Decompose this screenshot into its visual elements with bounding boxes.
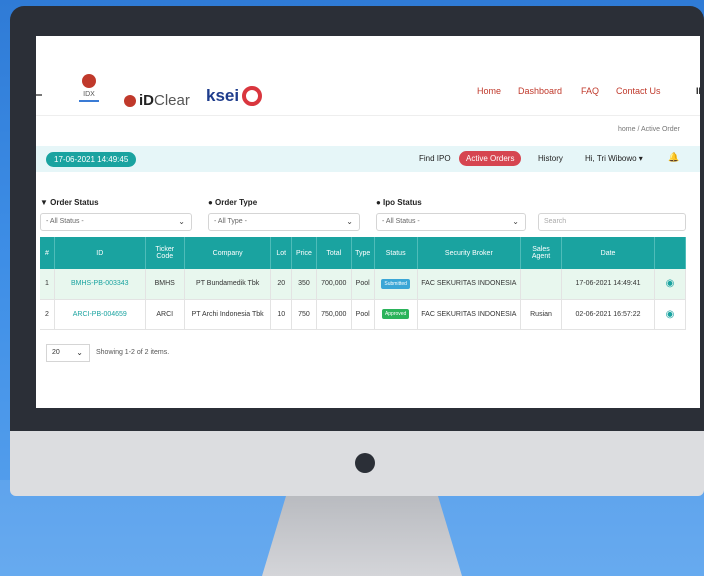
ipo-status-value: - All Status -	[382, 218, 420, 225]
col-ticker[interactable]: Ticker Code	[145, 237, 185, 269]
cell-status: Submitted	[374, 269, 418, 300]
col-action	[654, 237, 687, 269]
page-size-value: 20	[52, 349, 60, 356]
cell-security-broker: FAC SEKURITAS INDONESIA	[417, 269, 521, 300]
table-row: 1 BMHS-PB-003343 BMHS PT Bundamedik Tbk …	[40, 269, 687, 300]
col-lot[interactable]: Lot	[270, 237, 293, 269]
table-row: 2 ARCI-PB-004659 ARCI PT Archi Indonesia…	[40, 299, 687, 330]
chevron-down-icon: ⌄	[346, 217, 353, 226]
cell-order-id[interactable]: BMHS-PB-003343	[54, 269, 146, 300]
cell-sales-agent: Rusian	[520, 299, 563, 330]
top-header: IDX iD Clear ksei Home Dashboard FAQ Con…	[36, 36, 700, 116]
col-security-broker[interactable]: Security Broker	[417, 237, 521, 269]
cell-lot: 10	[270, 299, 293, 330]
cell-ticker: ARCI	[145, 299, 185, 330]
cell-order-id[interactable]: ARCI-PB-004659	[54, 299, 146, 330]
screen: IDX iD Clear ksei Home Dashboard FAQ Con…	[36, 36, 700, 408]
pagination-summary: Showing 1-2 of 2 items.	[96, 349, 170, 356]
idx-logo-text: IDX	[83, 91, 95, 98]
order-type-value: - All Type -	[214, 218, 247, 225]
nav-contact-us[interactable]: Contact Us	[616, 86, 661, 96]
bell-icon[interactable]: 🔔	[668, 152, 679, 163]
ksei-logo-text: ksei	[206, 86, 240, 105]
cell-number: 2	[40, 299, 55, 330]
cell-date: 02-06-2021 16:57:22	[561, 299, 655, 330]
cell-status: Approved	[374, 299, 418, 330]
cell-company: PT Bundamedik Tbk	[184, 269, 272, 300]
orders-table: # ID Ticker Code Company Lot Price Total…	[40, 237, 687, 330]
status-badge: Submitted	[381, 278, 410, 289]
col-company[interactable]: Company	[184, 237, 272, 269]
idclear-logo: iD Clear	[124, 92, 190, 109]
cell-action: ◉	[654, 299, 687, 330]
chevron-down-icon: ⌄	[512, 217, 519, 226]
cell-sales-agent	[520, 269, 563, 300]
ipo-status-label: ● Ipo Status	[376, 198, 422, 207]
user-menu[interactable]: Hi, Tri Wibowo ▾	[585, 154, 643, 163]
cell-price: 750	[291, 299, 317, 330]
order-toolbar: 17-06-2021 14:49:45 Find IPO Active Orde…	[36, 146, 700, 172]
cell-ticker: BMHS	[145, 269, 185, 300]
order-status-label: ▼ Order Status	[40, 198, 99, 207]
col-id[interactable]: ID	[54, 237, 146, 269]
cell-action: ◉	[654, 269, 687, 300]
tab-history[interactable]: History	[538, 154, 563, 163]
col-price[interactable]: Price	[291, 237, 317, 269]
page-size-select[interactable]: 20 ⌄	[46, 344, 90, 362]
chevron-down-icon: ⌄	[178, 217, 185, 226]
cell-security-broker: FAC SEKURITAS INDONESIA	[417, 299, 521, 330]
status-badge: Approved	[381, 309, 410, 319]
language-switch[interactable]: ID	[696, 86, 700, 96]
idx-logo: IDX	[78, 74, 100, 114]
idclear-mark-icon	[124, 94, 136, 107]
monitor-power-dot	[355, 453, 375, 473]
col-date[interactable]: Date	[561, 237, 655, 269]
tab-active-orders[interactable]: Active Orders	[459, 151, 522, 166]
col-type[interactable]: Type	[351, 237, 375, 269]
col-status[interactable]: Status	[374, 237, 418, 269]
search-placeholder: Search	[544, 218, 567, 225]
ksei-logo: ksei	[206, 86, 263, 106]
nav-home[interactable]: Home	[477, 86, 501, 96]
monitor-stand	[262, 496, 462, 576]
table-header-row: # ID Ticker Code Company Lot Price Total…	[40, 237, 687, 269]
ksei-mark-icon	[242, 86, 263, 106]
order-type-select[interactable]: - All Type - ⌄	[208, 213, 360, 231]
cell-lot: 20	[270, 269, 293, 300]
datetime-badge: 17-06-2021 14:49:45	[46, 152, 137, 167]
chevron-down-icon: ⌄	[76, 348, 83, 357]
cell-number: 1	[40, 269, 55, 300]
col-sales-agent[interactable]: Sales Agent	[520, 237, 563, 269]
search-input[interactable]: Search	[538, 213, 686, 231]
tab-find-ipo[interactable]: Find IPO	[419, 154, 451, 163]
order-status-value: - All Status -	[46, 218, 84, 225]
cell-price: 350	[291, 269, 317, 300]
cell-total: 750,000	[316, 299, 352, 330]
order-type-label: ● Order Type	[208, 198, 258, 207]
menu-icon[interactable]	[36, 94, 42, 96]
eye-icon[interactable]: ◉	[666, 278, 675, 289]
col-number: #	[40, 237, 55, 269]
idclear-logo-bold: iD	[139, 92, 154, 109]
cell-type: Pool	[351, 299, 375, 330]
cell-date: 17-06-2021 14:49:41	[561, 269, 655, 300]
breadcrumb: home / Active Order	[618, 126, 680, 133]
cell-total: 700,000	[316, 269, 352, 300]
cell-type: Pool	[351, 269, 375, 300]
eye-icon[interactable]: ◉	[666, 309, 675, 320]
order-status-select[interactable]: - All Status - ⌄	[40, 213, 192, 231]
idclear-logo-light: Clear	[154, 92, 190, 109]
ipo-status-select[interactable]: - All Status - ⌄	[376, 213, 526, 231]
col-total[interactable]: Total	[316, 237, 352, 269]
nav-dashboard[interactable]: Dashboard	[518, 86, 562, 96]
nav-faq[interactable]: FAQ	[581, 86, 599, 96]
cell-company: PT Archi Indonesia Tbk	[184, 299, 272, 330]
